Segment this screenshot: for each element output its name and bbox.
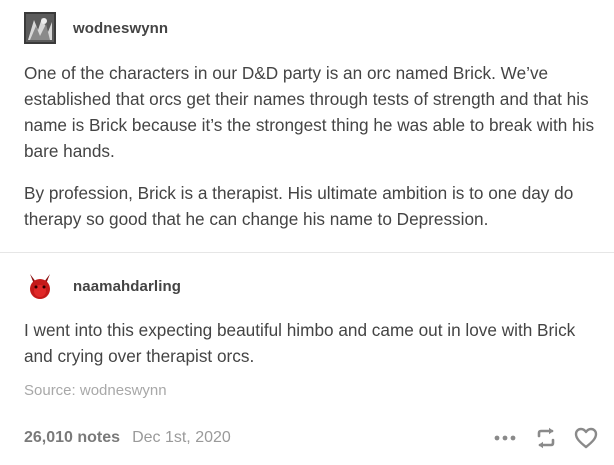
reblog-divider: [0, 252, 614, 253]
reblog-text: I went into this expecting beautiful him…: [24, 320, 576, 366]
heart-icon[interactable]: [574, 427, 598, 449]
notes-count[interactable]: 26,010 notes: [24, 429, 120, 447]
reblog-icon[interactable]: [534, 427, 558, 449]
reblog-username[interactable]: naamahdarling: [73, 278, 181, 295]
original-post-paragraph-2: By profession, Brick is a therapist. His…: [24, 183, 574, 229]
original-post-paragraph-1: One of the characters in our D&D party i…: [24, 63, 595, 161]
reblog-header: naamahdarling: [24, 270, 181, 302]
source-link[interactable]: Source: wodneswynn: [24, 382, 167, 399]
avatar-wodneswynn[interactable]: [24, 12, 56, 44]
avatar-naamahdarling[interactable]: [24, 270, 56, 302]
tumblr-post: wodneswynn One of the characters in our …: [0, 0, 614, 465]
post-actions: [494, 427, 598, 449]
post-footer: 26,010 notes Dec 1st, 2020: [24, 426, 598, 450]
original-username[interactable]: wodneswynn: [73, 20, 168, 37]
more-dots-icon[interactable]: [494, 435, 516, 441]
post-date[interactable]: Dec 1st, 2020: [132, 429, 231, 447]
original-post-header: wodneswynn: [24, 12, 168, 44]
